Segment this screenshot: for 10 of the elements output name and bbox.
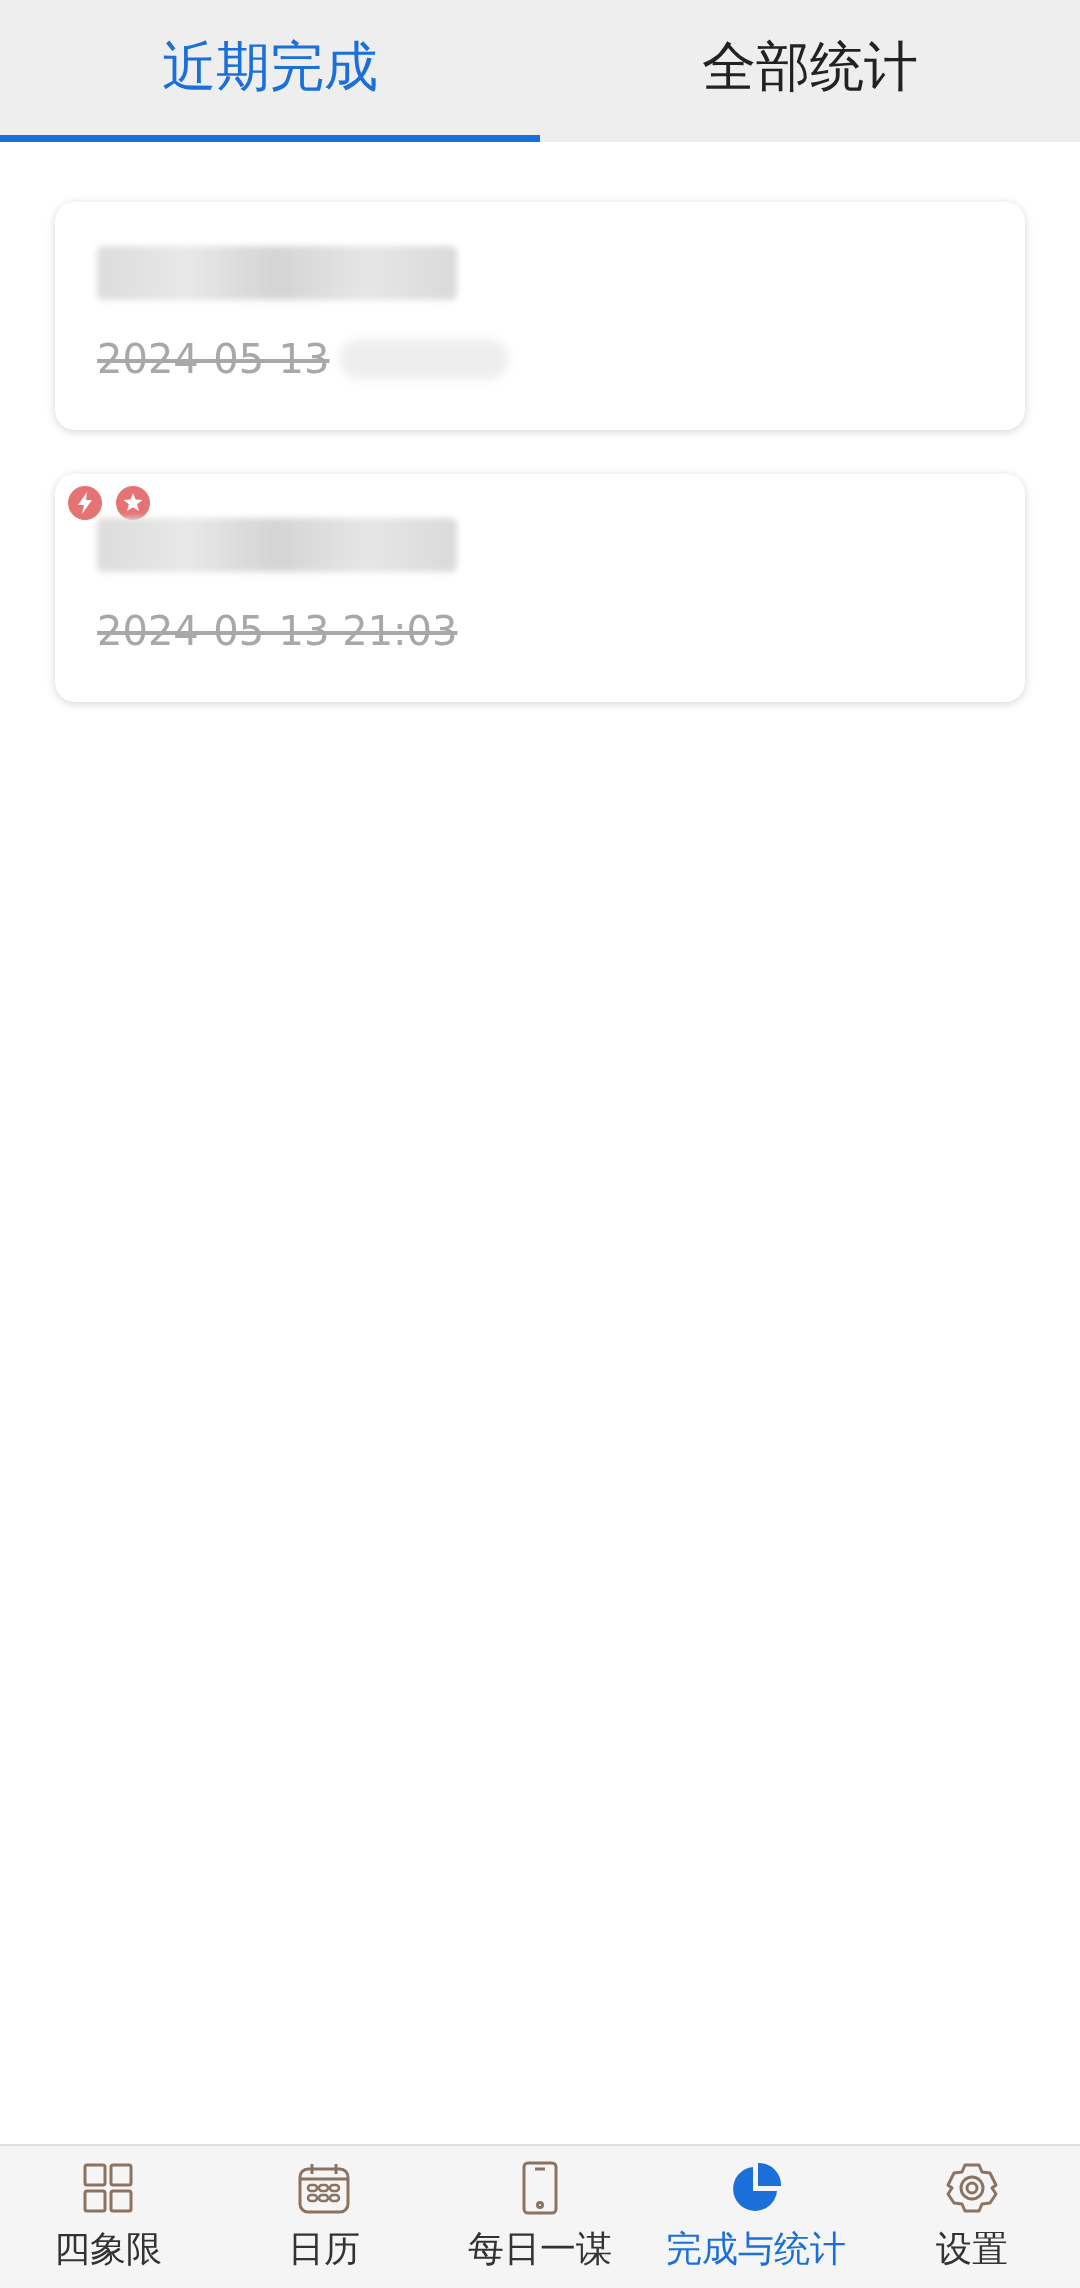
nav-tab[interactable]: 设置: [864, 2146, 1080, 2288]
nav-tab[interactable]: 日历: [216, 2146, 432, 2288]
completion-date: 2024-05-13: [97, 336, 330, 382]
nav-tab[interactable]: 完成与统计: [648, 2146, 864, 2288]
lightning-icon: [68, 486, 102, 520]
nav-tab[interactable]: 四象限: [0, 2146, 216, 2288]
completion-date: 2024-05-13 21:03: [97, 608, 458, 654]
nav-tab[interactable]: 每日一谋: [432, 2146, 648, 2288]
tab[interactable]: 全部统计: [540, 0, 1080, 142]
tab[interactable]: 近期完成: [0, 0, 540, 142]
